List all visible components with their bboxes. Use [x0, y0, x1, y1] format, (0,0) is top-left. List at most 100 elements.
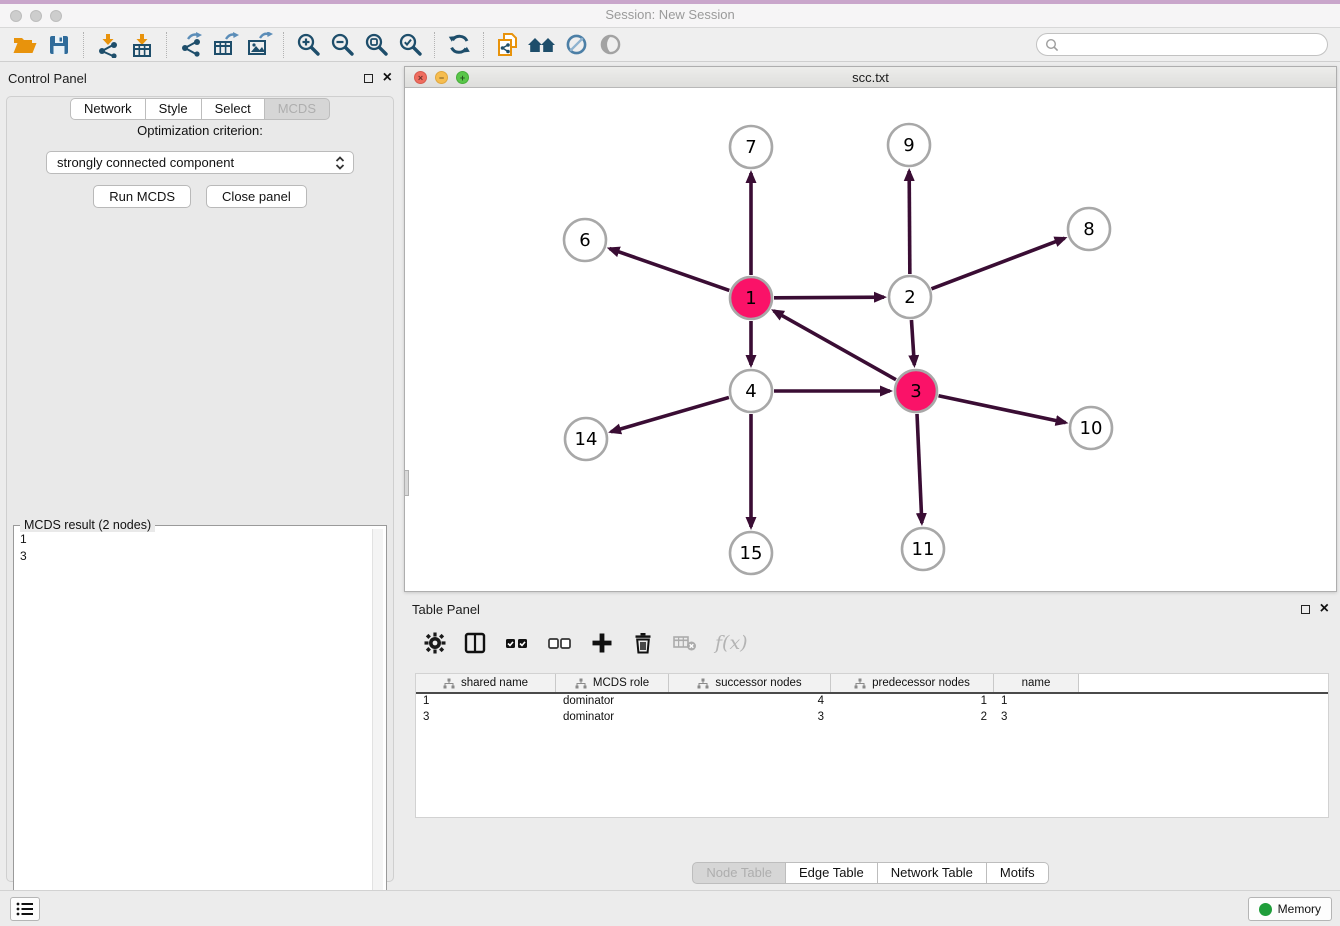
- export-table-icon: [212, 32, 239, 58]
- node-table[interactable]: shared name MCDS role successor nodes pr…: [415, 673, 1329, 818]
- toolbar-separator: [166, 32, 167, 58]
- toolbar-separator: [434, 32, 435, 58]
- import-table-button[interactable]: [125, 31, 159, 59]
- graph-node-14[interactable]: 14: [565, 418, 607, 460]
- table-settings-button[interactable]: [424, 632, 446, 654]
- tab-network[interactable]: Network: [70, 98, 146, 120]
- edge-3-1[interactable]: [774, 311, 896, 380]
- zoom-selected-button[interactable]: [393, 31, 427, 59]
- graph-node-2[interactable]: 2: [889, 276, 931, 318]
- zoom-fit-button[interactable]: [359, 31, 393, 59]
- duplicate-network-button[interactable]: [491, 31, 525, 59]
- close-panel-icon[interactable]: ×: [1320, 603, 1329, 615]
- network-canvas[interactable]: 1 2 3 4 6 7 8 9 10 11 14 15: [405, 88, 1336, 591]
- export-image-icon: [246, 32, 273, 58]
- cell-shared-name[interactable]: 1: [416, 694, 556, 710]
- cell-mcds-role[interactable]: dominator: [556, 694, 669, 710]
- edge-3-10[interactable]: [939, 396, 1066, 423]
- network-window-titlebar[interactable]: × − + scc.txt: [405, 67, 1336, 88]
- select-all-button[interactable]: [504, 632, 530, 654]
- open-session-button[interactable]: [8, 31, 42, 59]
- column-header-shared-name[interactable]: shared name: [416, 674, 556, 692]
- close-panel-icon[interactable]: ×: [383, 72, 392, 84]
- graph-node-15[interactable]: 15: [730, 532, 772, 574]
- zoom-in-button[interactable]: [291, 31, 325, 59]
- show-graphics-button[interactable]: [593, 31, 627, 59]
- edge-4-14[interactable]: [611, 397, 729, 431]
- graph-node-3[interactable]: 3: [895, 370, 937, 412]
- show-column-panel-button[interactable]: [463, 631, 487, 655]
- cell-predecessor-nodes[interactable]: 1: [831, 694, 994, 710]
- zoom-selected-icon: [398, 32, 423, 57]
- column-label: predecessor nodes: [872, 677, 970, 689]
- column-header-name[interactable]: name: [994, 674, 1079, 692]
- graph-node-11[interactable]: 11: [902, 528, 944, 570]
- edge-2-3[interactable]: [911, 320, 914, 365]
- export-image-button[interactable]: [242, 31, 276, 59]
- cell-successor-nodes[interactable]: 3: [669, 710, 831, 726]
- edge-2-9[interactable]: [909, 171, 910, 274]
- node-label: 4: [745, 381, 756, 402]
- home-button[interactable]: [525, 31, 559, 59]
- edge-1-6[interactable]: [610, 249, 730, 291]
- search-field[interactable]: [1036, 33, 1328, 56]
- node-label: 11: [912, 539, 935, 560]
- cell-name[interactable]: 3: [994, 710, 1079, 726]
- edge-3-11[interactable]: [917, 414, 922, 523]
- tab-mcds[interactable]: MCDS: [265, 98, 330, 120]
- close-panel-button[interactable]: Close panel: [206, 185, 307, 208]
- add-column-button[interactable]: [590, 631, 614, 655]
- hide-graphics-button[interactable]: [559, 31, 593, 59]
- search-input[interactable]: [1060, 38, 1310, 52]
- float-panel-icon[interactable]: [1301, 605, 1310, 614]
- refresh-network-button[interactable]: [442, 31, 476, 59]
- cell-shared-name[interactable]: 3: [416, 710, 556, 726]
- memory-button[interactable]: Memory: [1248, 897, 1332, 921]
- import-network-button[interactable]: [91, 31, 125, 59]
- cell-mcds-role[interactable]: dominator: [556, 710, 669, 726]
- graph-node-6[interactable]: 6: [564, 219, 606, 261]
- zoom-fit-icon: [364, 32, 389, 57]
- tab-edge-table[interactable]: Edge Table: [786, 862, 878, 884]
- export-network-button[interactable]: [174, 31, 208, 59]
- slashed-circle-icon: [564, 32, 589, 57]
- zoom-in-icon: [296, 32, 321, 57]
- tab-select[interactable]: Select: [202, 98, 265, 120]
- node-label: 2: [904, 287, 915, 308]
- cell-successor-nodes[interactable]: 4: [669, 694, 831, 710]
- graph-node-4[interactable]: 4: [730, 370, 772, 412]
- network-graph[interactable]: 1 2 3 4 6 7 8 9 10 11 14 15: [405, 88, 1336, 591]
- tab-motifs[interactable]: Motifs: [987, 862, 1049, 884]
- save-session-button[interactable]: [42, 31, 76, 59]
- criterion-select[interactable]: strongly connected component: [46, 151, 354, 174]
- table-row[interactable]: 1 dominator 4 1 1: [416, 694, 1328, 710]
- criterion-selected-value: strongly connected component: [57, 155, 333, 170]
- splitter-handle[interactable]: [404, 470, 409, 496]
- table-row[interactable]: 3 dominator 3 2 3: [416, 710, 1328, 726]
- export-table-button[interactable]: [208, 31, 242, 59]
- graph-node-9[interactable]: 9: [888, 124, 930, 166]
- tab-network-table[interactable]: Network Table: [878, 862, 987, 884]
- column-header-mcds-role[interactable]: MCDS role: [556, 674, 669, 692]
- float-panel-icon[interactable]: [364, 74, 373, 83]
- tab-node-table[interactable]: Node Table: [692, 862, 786, 884]
- result-scrollbar[interactable]: [372, 529, 383, 898]
- graph-node-10[interactable]: 10: [1070, 407, 1112, 449]
- column-header-predecessor-nodes[interactable]: predecessor nodes: [831, 674, 994, 692]
- control-panel-header: Control Panel ×: [0, 66, 400, 90]
- deselect-all-button[interactable]: [547, 632, 573, 654]
- graph-node-7[interactable]: 7: [730, 126, 772, 168]
- tab-style[interactable]: Style: [146, 98, 202, 120]
- cell-name[interactable]: 1: [994, 694, 1079, 710]
- graph-node-1[interactable]: 1: [730, 277, 772, 319]
- delete-column-button[interactable]: [631, 631, 655, 655]
- zoom-out-button[interactable]: [325, 31, 359, 59]
- run-mcds-button[interactable]: Run MCDS: [93, 185, 191, 208]
- edge-2-8[interactable]: [932, 238, 1065, 289]
- graph-node-8[interactable]: 8: [1068, 208, 1110, 250]
- task-history-button[interactable]: [10, 897, 40, 921]
- column-header-successor-nodes[interactable]: successor nodes: [669, 674, 831, 692]
- table-panel-title: Table Panel: [412, 602, 1301, 617]
- cell-predecessor-nodes[interactable]: 2: [831, 710, 994, 726]
- edge-1-2[interactable]: [774, 297, 884, 298]
